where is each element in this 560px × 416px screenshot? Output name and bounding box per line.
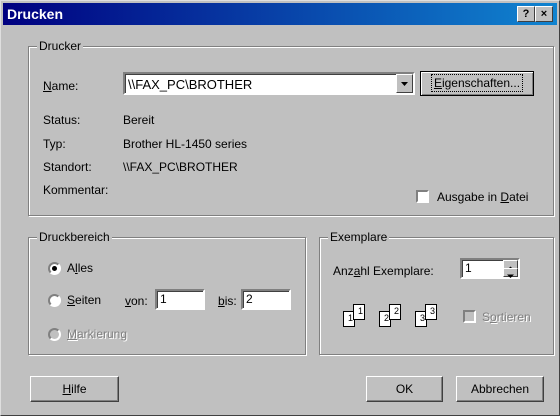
printer-name-value: \\FAX_PC\BROTHER [128,77,253,92]
radio-selected-dot [52,266,57,271]
print-dialog: Drucken ? × Drucker Name: \\FAX_PC\BROTH… [0,0,560,416]
copies-count-value: 1 [465,261,472,275]
collate-label[interactable]: Sortieren [482,310,531,324]
comment-label: Kommentar: [43,183,109,197]
close-button[interactable]: × [535,6,553,22]
name-label: Name: [43,79,79,93]
page-icon-front: 3 [425,304,437,320]
title-bar[interactable]: Drucken ? × [3,3,557,25]
properties-button[interactable]: Eigenschaften... [420,71,534,96]
to-label: bis: [218,294,237,308]
page-icon-front: 1 [353,304,365,320]
cancel-button[interactable]: Abbrechen [456,376,544,402]
range-group-label: Druckbereich [37,230,112,244]
to-page-input[interactable]: 2 [241,289,291,310]
dialog-title: Drucken [7,6,64,22]
help-title-button[interactable]: ? [517,6,535,22]
printer-group-label: Drucker [37,39,84,53]
range-selection-radio[interactable] [48,328,61,341]
help-button[interactable]: Hilfe [30,376,119,402]
status-value: Bereit [123,113,155,127]
location-value: \\FAX_PC\BROTHER [123,160,238,174]
range-pages-radio[interactable] [48,294,61,307]
printer-name-select[interactable]: \\FAX_PC\BROTHER [123,72,415,95]
collate-checkbox[interactable] [463,310,476,323]
type-value: Brother HL-1450 series [123,137,248,151]
range-all-radio[interactable] [48,262,61,275]
copies-count-label: Anzahl Exemplare: [333,264,434,278]
ok-button[interactable]: OK [366,376,443,402]
print-to-file-checkbox[interactable] [416,190,429,203]
copies-group-label: Exemplare [328,230,390,244]
page-icon-front: 2 [389,304,401,320]
properties-button-label: igenschaften... [441,76,521,90]
range-all-label[interactable]: Alles [67,261,93,275]
location-label: Standort: [43,160,92,174]
from-label: von: [125,294,148,308]
printer-dropdown-button[interactable] [396,74,413,93]
status-label: Status: [43,113,81,127]
spin-down-icon [507,274,514,278]
range-pages-label[interactable]: Seiten [67,293,101,307]
to-page-value: 2 [246,292,253,306]
from-page-value: 1 [160,292,167,306]
range-selection-label[interactable]: Markierung [67,327,127,341]
spin-down-button[interactable] [503,268,518,278]
type-label: Typ: [43,137,66,151]
from-page-input[interactable]: 1 [155,289,205,310]
print-to-file-label[interactable]: Ausgabe in Datei [437,190,528,204]
chevron-down-icon [401,82,408,86]
copies-count-spinner[interactable]: 1 [460,258,520,279]
copies-group: Exemplare [319,230,554,355]
